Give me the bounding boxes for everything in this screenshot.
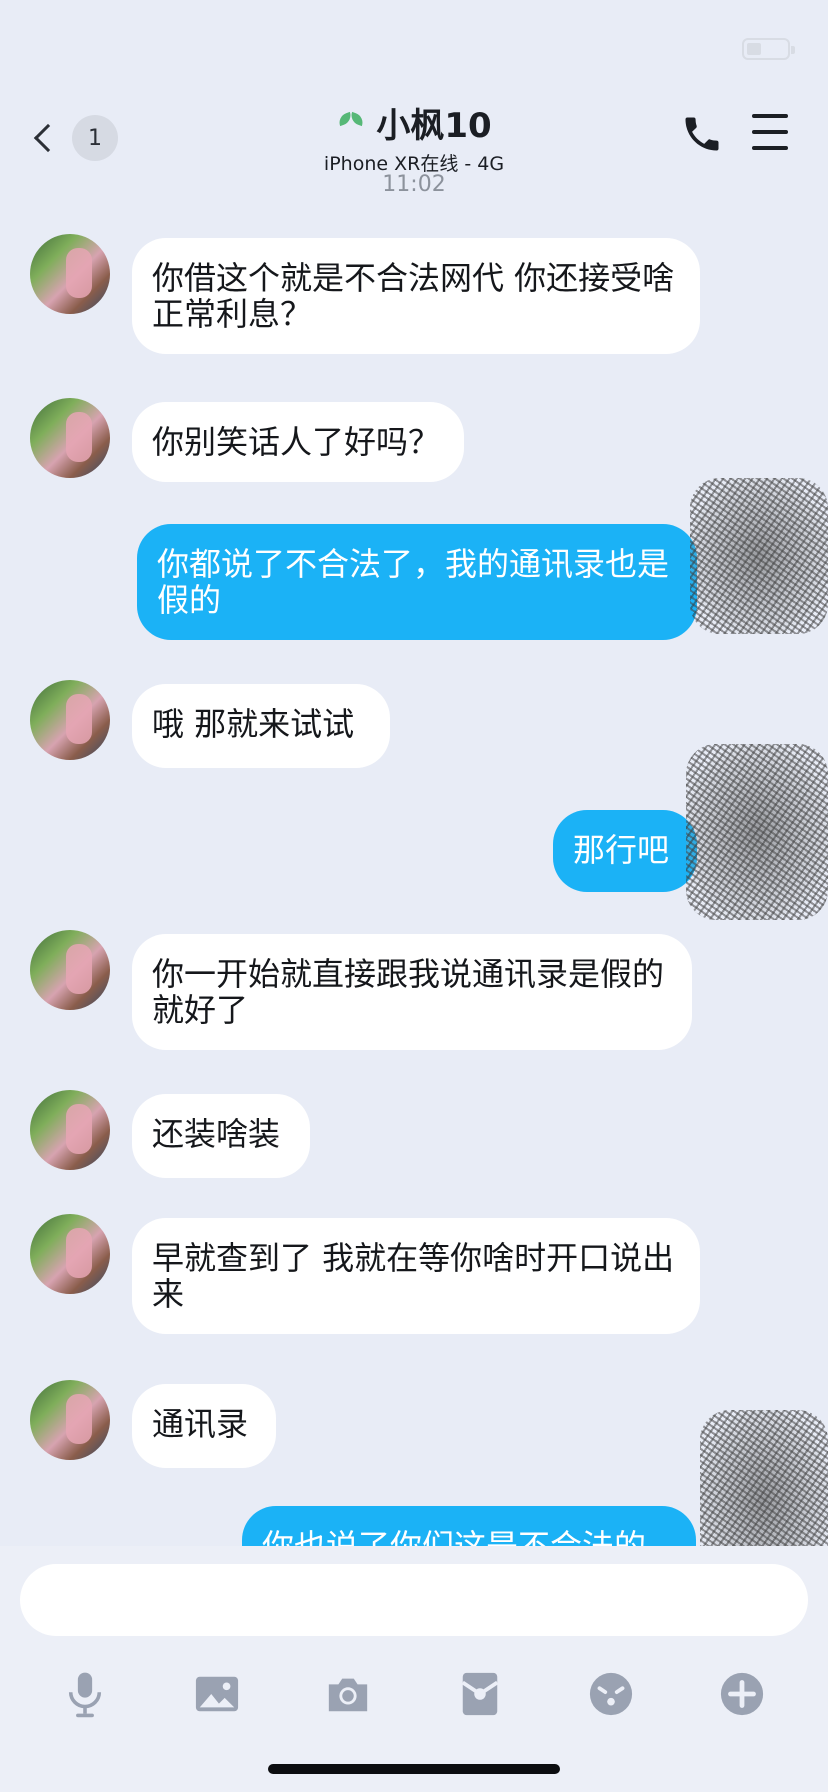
contact-avatar[interactable] xyxy=(30,1090,110,1170)
outgoing-message: 那行吧 xyxy=(553,810,697,892)
contact-avatar[interactable] xyxy=(30,1214,110,1294)
incoming-message: 还装啥装 xyxy=(132,1094,310,1178)
image-icon[interactable] xyxy=(187,1664,247,1724)
menu-icon[interactable] xyxy=(752,114,788,150)
composer-toolbar xyxy=(0,1664,828,1744)
emoji-icon[interactable] xyxy=(581,1664,641,1724)
incoming-message: 你别笑话人了好吗？ xyxy=(132,402,464,482)
clover-icon xyxy=(336,110,366,136)
contact-avatar[interactable] xyxy=(30,398,110,478)
battery-icon xyxy=(742,38,795,60)
message-timestamp: 11:02 xyxy=(382,172,446,197)
incoming-message: 通讯录 xyxy=(132,1384,276,1468)
red-packet-icon[interactable] xyxy=(450,1664,510,1724)
contact-avatar[interactable] xyxy=(30,234,110,314)
contact-avatar[interactable] xyxy=(30,1380,110,1460)
contact-name: 小枫10 xyxy=(376,106,492,146)
incoming-message: 早就查到了 我就在等你啥时开口说出来 xyxy=(132,1218,700,1334)
incoming-message: 你借这个就是不合法网代 你还接受啥正常利息？ xyxy=(132,238,700,354)
chat-screen: 1 小枫10 iPhone XR在线 - 4G 11:02 你借这个就是不合法网… xyxy=(0,0,828,1792)
microphone-icon[interactable] xyxy=(55,1664,115,1724)
incoming-message: 你一开始就直接跟我说通讯录是假的就好了 xyxy=(132,934,692,1050)
home-indicator[interactable] xyxy=(268,1764,560,1774)
phone-icon[interactable] xyxy=(680,112,724,156)
message-input[interactable] xyxy=(20,1564,808,1636)
composer xyxy=(0,1546,828,1792)
outgoing-message: 你都说了不合法了，我的通讯录也是假的 xyxy=(137,524,697,640)
plus-icon[interactable] xyxy=(712,1664,772,1724)
redacted-avatar xyxy=(686,744,828,920)
contact-avatar[interactable] xyxy=(30,680,110,760)
contact-avatar[interactable] xyxy=(30,930,110,1010)
incoming-message: 哦 那就来试试 xyxy=(132,684,390,768)
redacted-avatar xyxy=(690,478,828,634)
camera-icon[interactable] xyxy=(318,1664,378,1724)
